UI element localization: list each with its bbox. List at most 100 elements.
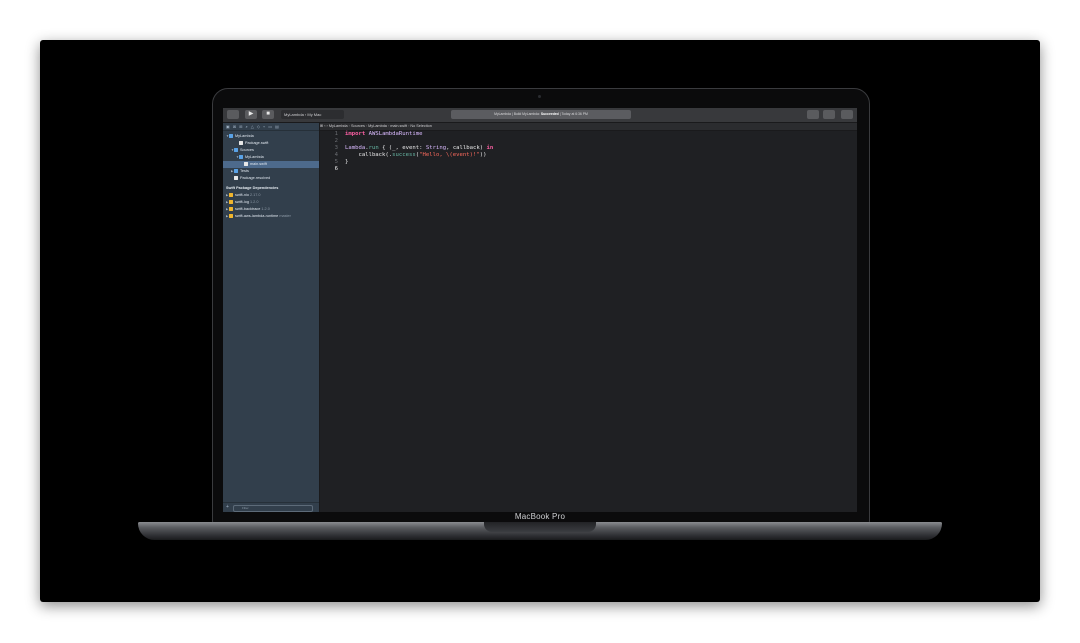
- scheme-target: MyLambda: [284, 112, 304, 117]
- related-items-icon[interactable]: ⊞ ‹ ›: [320, 124, 329, 128]
- camera-dot: [538, 95, 541, 98]
- tree-item-label: Package.swift: [245, 141, 269, 145]
- dependency-version: 2.17.0: [249, 193, 261, 197]
- code-line[interactable]: 3 Lambda.run { (_, event: String, callbac…: [320, 145, 857, 152]
- chevron-right-icon: ›: [365, 124, 368, 128]
- tree-item-label: MyLambda: [235, 134, 254, 138]
- code-text: import AWSLambdaRuntime: [345, 131, 423, 137]
- jump-bar: ⊞ ‹ › MyLambda›Sources›MyLambda›main.swi…: [320, 123, 857, 131]
- line-number: 5: [334, 159, 338, 165]
- dependency-name: swift-backtrace: [235, 207, 262, 211]
- source-control-icon[interactable]: ⊠: [233, 123, 236, 130]
- package-icon: [229, 193, 233, 197]
- file-icon: [239, 141, 243, 145]
- file-tree: ▼ MyLambda Package.swift ▼ Sources ▼ MyLambda m…: [223, 131, 319, 182]
- inspector-toggle-button[interactable]: [841, 110, 853, 119]
- tree-item[interactable]: Package.swift: [223, 140, 319, 147]
- dependency-version: master: [279, 214, 291, 218]
- dependency-version: 1.2.0: [261, 207, 270, 211]
- folder-icon: [234, 169, 238, 173]
- tree-item-label: MyLambda: [245, 155, 264, 159]
- dependency-version: 1.2.0: [249, 200, 259, 204]
- run-button[interactable]: ▶: [245, 110, 257, 119]
- line-number: 2: [334, 138, 338, 144]
- code-text: callback(.success("Hello, \(event)!")): [345, 152, 487, 158]
- code-line[interactable]: 6: [320, 166, 857, 173]
- warning-icon[interactable]: △: [251, 123, 254, 130]
- folder-icon: [234, 148, 238, 152]
- filter-input[interactable]: Filter: [233, 505, 313, 512]
- project-navigator: ▣ ⊠ ⊞ ⌕ △ ◇ ⌁ ▭ ▤ ▼ MyLambda Package.swift…: [223, 123, 320, 512]
- scheme-device: My Mac: [307, 112, 322, 117]
- tree-item[interactable]: ▼ MyLambda: [223, 154, 319, 161]
- package-icon: [229, 207, 233, 211]
- tree-item-label: Package.resolved: [240, 176, 271, 180]
- tree-item[interactable]: main.swift: [223, 161, 319, 168]
- breadcrumb-item[interactable]: MyLambda: [368, 123, 387, 130]
- file-icon: [244, 162, 248, 166]
- code-line[interactable]: 1 import AWSLambdaRuntime: [320, 131, 857, 138]
- package-icon: [229, 214, 233, 218]
- chevron-right-icon: ›: [387, 124, 390, 128]
- add-icon[interactable]: +: [226, 504, 229, 511]
- tree-item-label: Tests: [240, 169, 249, 173]
- file-icon: [234, 176, 238, 180]
- tree-item[interactable]: ▼ Sources: [223, 147, 319, 154]
- code-line[interactable]: 5}: [320, 159, 857, 166]
- chevron-right-icon: ›: [408, 124, 410, 128]
- code-line[interactable]: 2: [320, 138, 857, 145]
- line-number: 3: [334, 145, 338, 151]
- library-button[interactable]: [807, 110, 819, 119]
- breadcrumb-item[interactable]: Sources: [351, 123, 365, 130]
- line-number: 4: [334, 152, 338, 158]
- status-result: Succeeded: [540, 112, 559, 116]
- tree-item[interactable]: ▼ MyLambda: [223, 133, 319, 140]
- stop-button[interactable]: ■: [262, 110, 274, 119]
- status-suffix: | Today at 6:36 PM: [558, 112, 588, 116]
- navigator-selector-bar: ▣ ⊠ ⊞ ⌕ △ ◇ ⌁ ▭ ▤: [223, 123, 319, 131]
- dependency-name: swift-aws-lambda-runtime: [235, 214, 280, 218]
- chevron-right-icon: ›: [348, 124, 350, 128]
- folder-icon[interactable]: ▣: [226, 123, 230, 130]
- code-line[interactable]: 4 callback(.success("Hello, \(event)!")): [320, 152, 857, 159]
- dependency-item[interactable]: ▶ swift-nio 2.17.0: [223, 192, 319, 199]
- dependency-name: swift-log: [235, 200, 250, 204]
- test-icon[interactable]: ◇: [257, 123, 260, 130]
- breakpoint-icon[interactable]: ▭: [268, 123, 272, 130]
- package-icon: [229, 200, 233, 204]
- tree-item-label: Sources: [240, 148, 254, 152]
- dependency-item[interactable]: ▶ swift-aws-lambda-runtime master: [223, 213, 319, 220]
- report-icon[interactable]: ▤: [275, 123, 279, 130]
- scheme-selector[interactable]: MyLambda › My Mac: [281, 110, 344, 119]
- line-number: 1: [334, 131, 338, 137]
- breadcrumb-item[interactable]: No Selection: [410, 123, 432, 130]
- dependency-name: swift-nio: [235, 193, 250, 197]
- search-icon[interactable]: ⌕: [246, 123, 248, 130]
- status-prefix: MyLambda | Build MyLambda:: [494, 112, 541, 116]
- device-label: MacBook Pro: [514, 512, 566, 521]
- toolbar: ▶ ■ MyLambda › My Mac MyLambda | Build M…: [223, 108, 857, 123]
- filter-bar: + Filter: [223, 502, 319, 512]
- code-review-button[interactable]: [823, 110, 835, 119]
- dependency-item[interactable]: ▶ swift-backtrace 1.2.0: [223, 206, 319, 213]
- source-editor[interactable]: 1 import AWSLambdaRuntime 2 3 Lambda.run { (…: [320, 131, 857, 512]
- dependencies-header: Swift Package Dependencies: [226, 186, 279, 190]
- activity-view: MyLambda | Build MyLambda: Succeeded | T…: [451, 110, 631, 119]
- code-text: Lambda.run { (_, event: String, callback…: [345, 145, 494, 151]
- laptop-notch: [484, 522, 596, 532]
- navigator-toggle-button[interactable]: [227, 110, 239, 119]
- tree-item[interactable]: ▶ Tests: [223, 168, 319, 175]
- symbol-icon[interactable]: ⊞: [239, 123, 242, 130]
- dependencies-list: ▶ swift-nio 2.17.0 ▶ swift-log 1.2.0 ▶ swift-…: [223, 192, 319, 220]
- dependency-item[interactable]: ▶ swift-log 1.2.0: [223, 199, 319, 206]
- xcode-window: ▶ ■ MyLambda › My Mac MyLambda | Build M…: [223, 108, 857, 512]
- tree-item-label: main.swift: [250, 162, 267, 166]
- line-number: 6: [334, 166, 338, 172]
- folder-icon: [239, 155, 243, 159]
- code-text: }: [345, 159, 349, 165]
- breadcrumb-item[interactable]: MyLambda: [329, 123, 348, 130]
- debug-icon[interactable]: ⌁: [263, 123, 265, 130]
- tree-item[interactable]: Package.resolved: [223, 175, 319, 182]
- breadcrumb-item[interactable]: main.swift: [390, 123, 407, 130]
- folder-icon: [229, 134, 233, 138]
